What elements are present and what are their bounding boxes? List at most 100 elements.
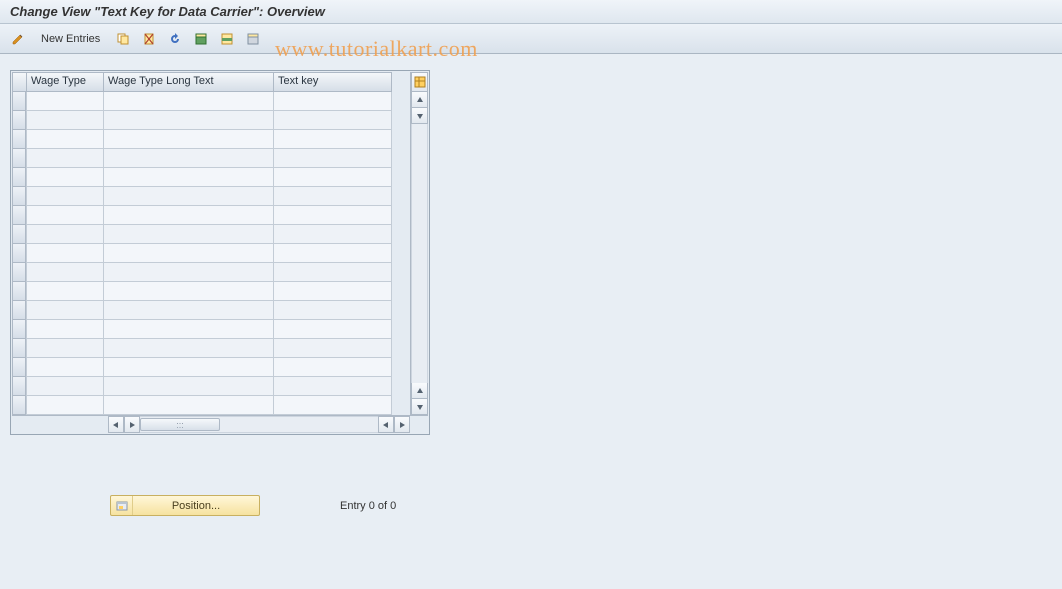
cell[interactable] [26,111,104,130]
cell[interactable] [104,168,274,187]
row-selector[interactable] [12,301,26,320]
cell[interactable] [274,168,392,187]
configure-columns-icon[interactable] [411,72,428,92]
row-selector[interactable] [12,111,26,130]
cell[interactable] [274,263,392,282]
cell[interactable] [26,168,104,187]
scroll-down-bottom-icon[interactable] [411,399,428,415]
toolbar: New Entries [0,24,1062,54]
cell[interactable] [104,244,274,263]
cell[interactable] [274,244,392,263]
cell[interactable] [104,149,274,168]
select-block-icon[interactable] [217,29,237,49]
cell[interactable] [274,396,392,415]
cell[interactable] [274,339,392,358]
cell[interactable] [104,282,274,301]
scroll-up-icon[interactable] [411,92,428,108]
cell[interactable] [274,377,392,396]
scroll-track-horizontal[interactable]: ::: [140,416,378,433]
cell[interactable] [104,111,274,130]
cell[interactable] [26,187,104,206]
row-selector[interactable] [12,168,26,187]
row-selector[interactable] [12,92,26,111]
cell[interactable] [104,320,274,339]
select-all-icon[interactable] [191,29,211,49]
position-icon [111,496,133,515]
cell[interactable] [104,92,274,111]
cell[interactable] [26,320,104,339]
cell[interactable] [274,225,392,244]
cell[interactable] [26,282,104,301]
cell[interactable] [26,92,104,111]
vertical-scrollbar[interactable] [410,72,428,415]
scroll-left-icon[interactable] [108,416,124,433]
row-selector[interactable] [12,187,26,206]
table-row [12,149,410,168]
cell[interactable] [26,339,104,358]
cell[interactable] [274,301,392,320]
row-selector[interactable] [12,244,26,263]
delete-icon[interactable] [139,29,159,49]
cell[interactable] [104,301,274,320]
cell[interactable] [26,149,104,168]
cell[interactable] [274,187,392,206]
cell[interactable] [274,111,392,130]
cell[interactable] [274,92,392,111]
cell[interactable] [274,320,392,339]
row-selector[interactable] [12,130,26,149]
cell[interactable] [104,263,274,282]
column-header-wage-type[interactable]: Wage Type [26,72,104,92]
cell[interactable] [274,149,392,168]
cell[interactable] [26,396,104,415]
row-selector[interactable] [12,396,26,415]
row-selector[interactable] [12,206,26,225]
column-header-wage-type-long-text[interactable]: Wage Type Long Text [104,72,274,92]
cell[interactable] [26,358,104,377]
row-selector[interactable] [12,225,26,244]
cell[interactable] [104,396,274,415]
cell[interactable] [104,225,274,244]
scroll-left-end-icon[interactable] [378,416,394,433]
horizontal-scrollbar[interactable]: ::: [12,415,428,433]
scroll-track-vertical[interactable] [411,124,428,383]
row-selector[interactable] [12,358,26,377]
scroll-down-icon[interactable] [411,108,428,124]
cell[interactable] [274,282,392,301]
cell[interactable] [26,263,104,282]
cell[interactable] [26,244,104,263]
table-row [12,168,410,187]
copy-icon[interactable] [113,29,133,49]
change-icon[interactable] [8,29,28,49]
scroll-thumb-horizontal[interactable]: ::: [140,418,220,431]
cell[interactable] [26,130,104,149]
cell[interactable] [26,225,104,244]
scroll-right-end-icon[interactable] [394,416,410,433]
scroll-up-bottom-icon[interactable] [411,383,428,399]
cell[interactable] [26,206,104,225]
cell[interactable] [26,301,104,320]
cell[interactable] [104,187,274,206]
cell[interactable] [104,358,274,377]
cell[interactable] [274,206,392,225]
cell[interactable] [104,206,274,225]
new-entries-button[interactable]: New Entries [34,29,107,49]
row-selector[interactable] [12,282,26,301]
row-selector[interactable] [12,149,26,168]
cell[interactable] [104,339,274,358]
scroll-right-icon[interactable] [124,416,140,433]
row-selector[interactable] [12,263,26,282]
row-selector-header[interactable] [12,72,26,92]
row-selector[interactable] [12,339,26,358]
deselect-all-icon[interactable] [243,29,263,49]
column-header-text-key[interactable]: Text key [274,72,392,92]
cell[interactable] [274,130,392,149]
row-selector[interactable] [12,377,26,396]
row-selector[interactable] [12,320,26,339]
cell[interactable] [104,377,274,396]
cell[interactable] [104,130,274,149]
cell[interactable] [274,358,392,377]
undo-icon[interactable] [165,29,185,49]
position-button[interactable]: Position... [110,495,260,516]
cell[interactable] [26,377,104,396]
table-row [12,320,410,339]
